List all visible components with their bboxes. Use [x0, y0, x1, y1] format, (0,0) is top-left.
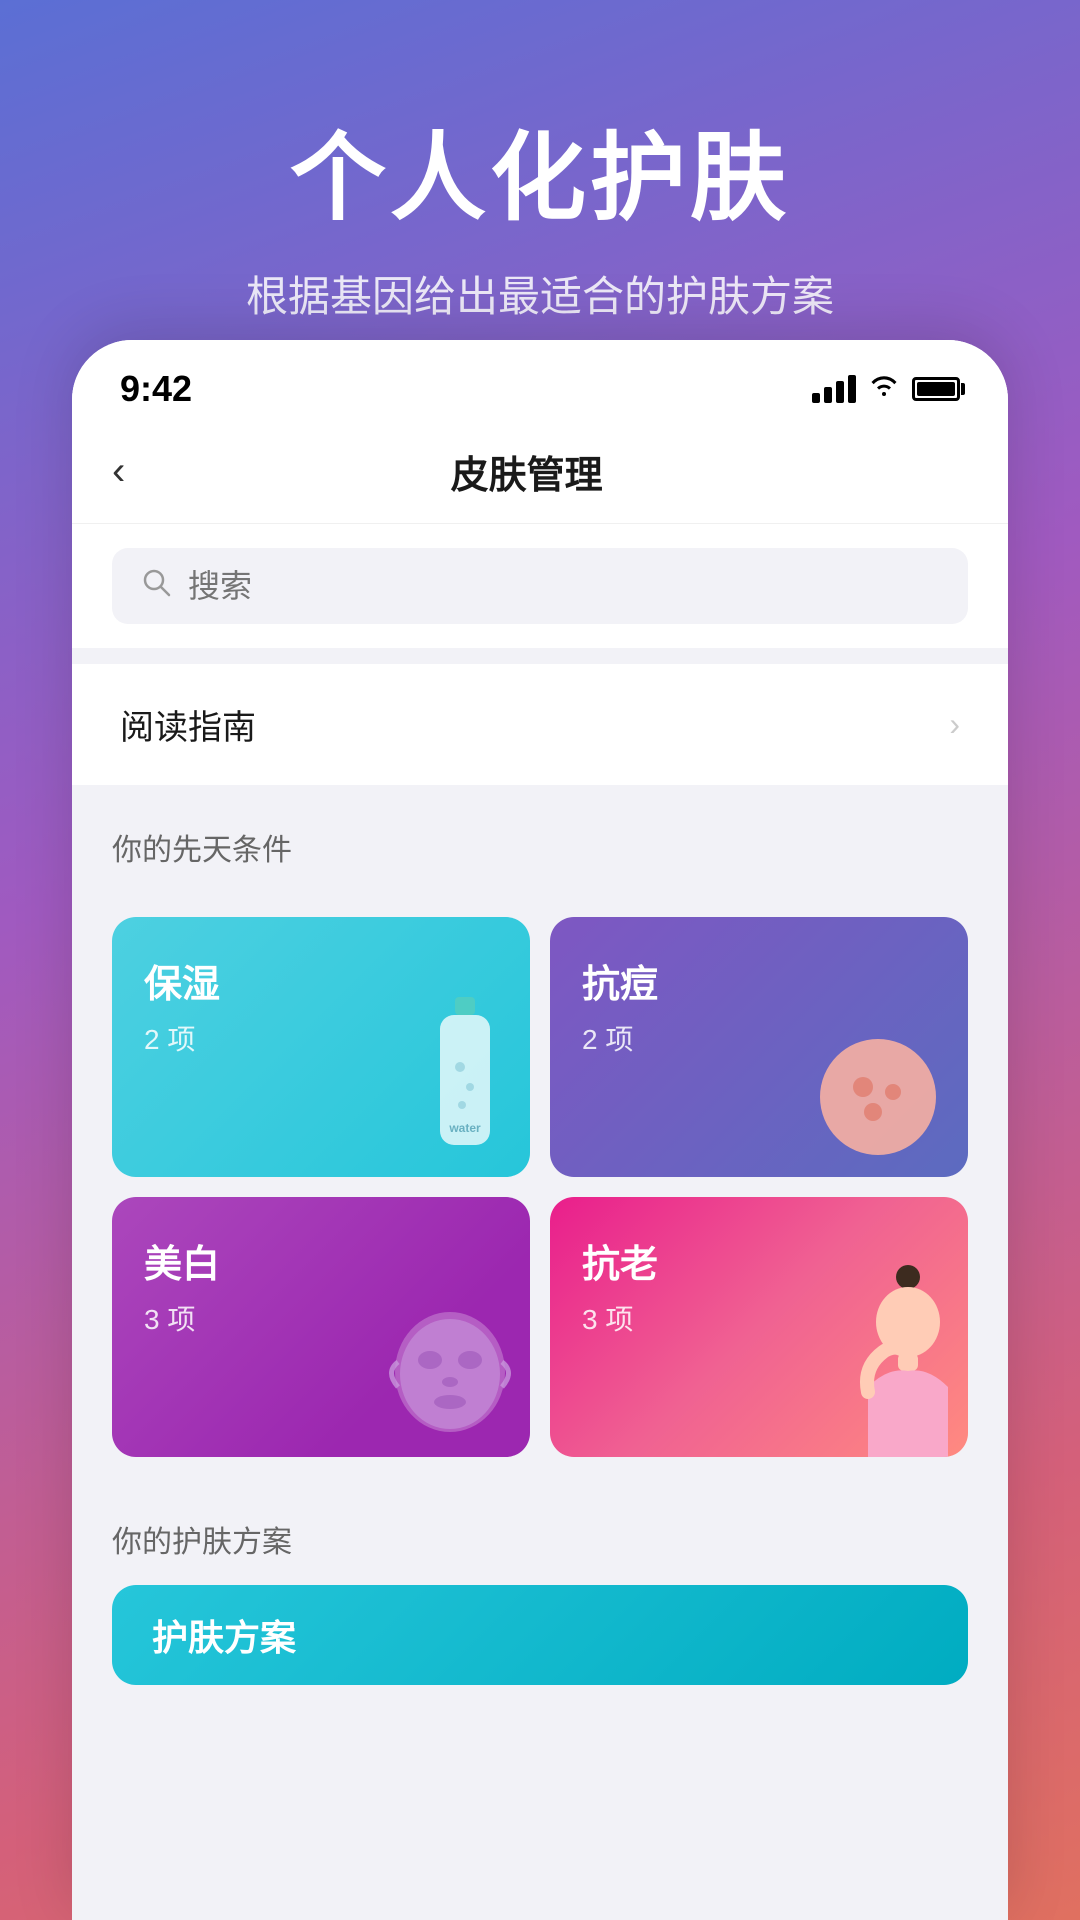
- whitening-card-title: 美白: [144, 1233, 498, 1288]
- wifi-icon: [868, 373, 900, 405]
- hero-subtitle: 根据基因给出最适合的护肤方案: [60, 263, 1020, 324]
- chevron-right-icon: ›: [949, 706, 960, 743]
- skincare-solution-card[interactable]: 护肤方案: [112, 1585, 968, 1685]
- anti-aging-card[interactable]: 抗老 3 项: [550, 1197, 968, 1457]
- solution-section-title: 你的护肤方案: [112, 1517, 968, 1561]
- acne-card[interactable]: 抗痘 2 项: [550, 917, 968, 1177]
- search-icon: [140, 566, 172, 606]
- cards-grid: 保湿 2 项 water 抗痘 2 项: [72, 917, 1008, 1457]
- bottle-illustration: water: [420, 997, 510, 1167]
- moisturize-card[interactable]: 保湿 2 项 water: [112, 917, 530, 1177]
- svg-text:water: water: [448, 1121, 481, 1135]
- mask-illustration: [380, 1302, 520, 1452]
- page-title: 皮肤管理: [149, 444, 904, 499]
- whitening-card[interactable]: 美白 3 项: [112, 1197, 530, 1457]
- status-time: 9:42: [120, 368, 192, 410]
- acne-card-title: 抗痘: [582, 953, 936, 1008]
- hero-title: 个人化护肤: [60, 100, 1020, 239]
- phone-inner: 9:42: [72, 340, 1008, 1920]
- status-bar: 9:42: [72, 340, 1008, 420]
- search-bar[interactable]: [112, 548, 968, 624]
- guide-label: 阅读指南: [120, 700, 256, 749]
- battery-icon: [912, 377, 960, 401]
- guide-row[interactable]: 阅读指南 ›: [72, 664, 1008, 785]
- search-section: [72, 524, 1008, 648]
- search-input[interactable]: [188, 568, 940, 605]
- phone-container: 9:42: [72, 340, 1008, 1920]
- person-illustration: [843, 1257, 953, 1457]
- signal-icon: [812, 375, 856, 403]
- acne-face-illustration: [813, 1032, 943, 1162]
- hero-section: 个人化护肤 根据基因给出最适合的护肤方案: [0, 0, 1080, 384]
- solution-section: 你的护肤方案 护肤方案: [72, 1477, 1008, 1705]
- innate-section-title: 你的先天条件: [112, 825, 968, 869]
- back-button[interactable]: ‹: [112, 449, 125, 494]
- skincare-card-title: 护肤方案: [152, 1609, 296, 1661]
- status-icons: [812, 373, 960, 405]
- nav-bar: ‹ 皮肤管理: [72, 420, 1008, 524]
- innate-section-header: 你的先天条件: [72, 785, 1008, 917]
